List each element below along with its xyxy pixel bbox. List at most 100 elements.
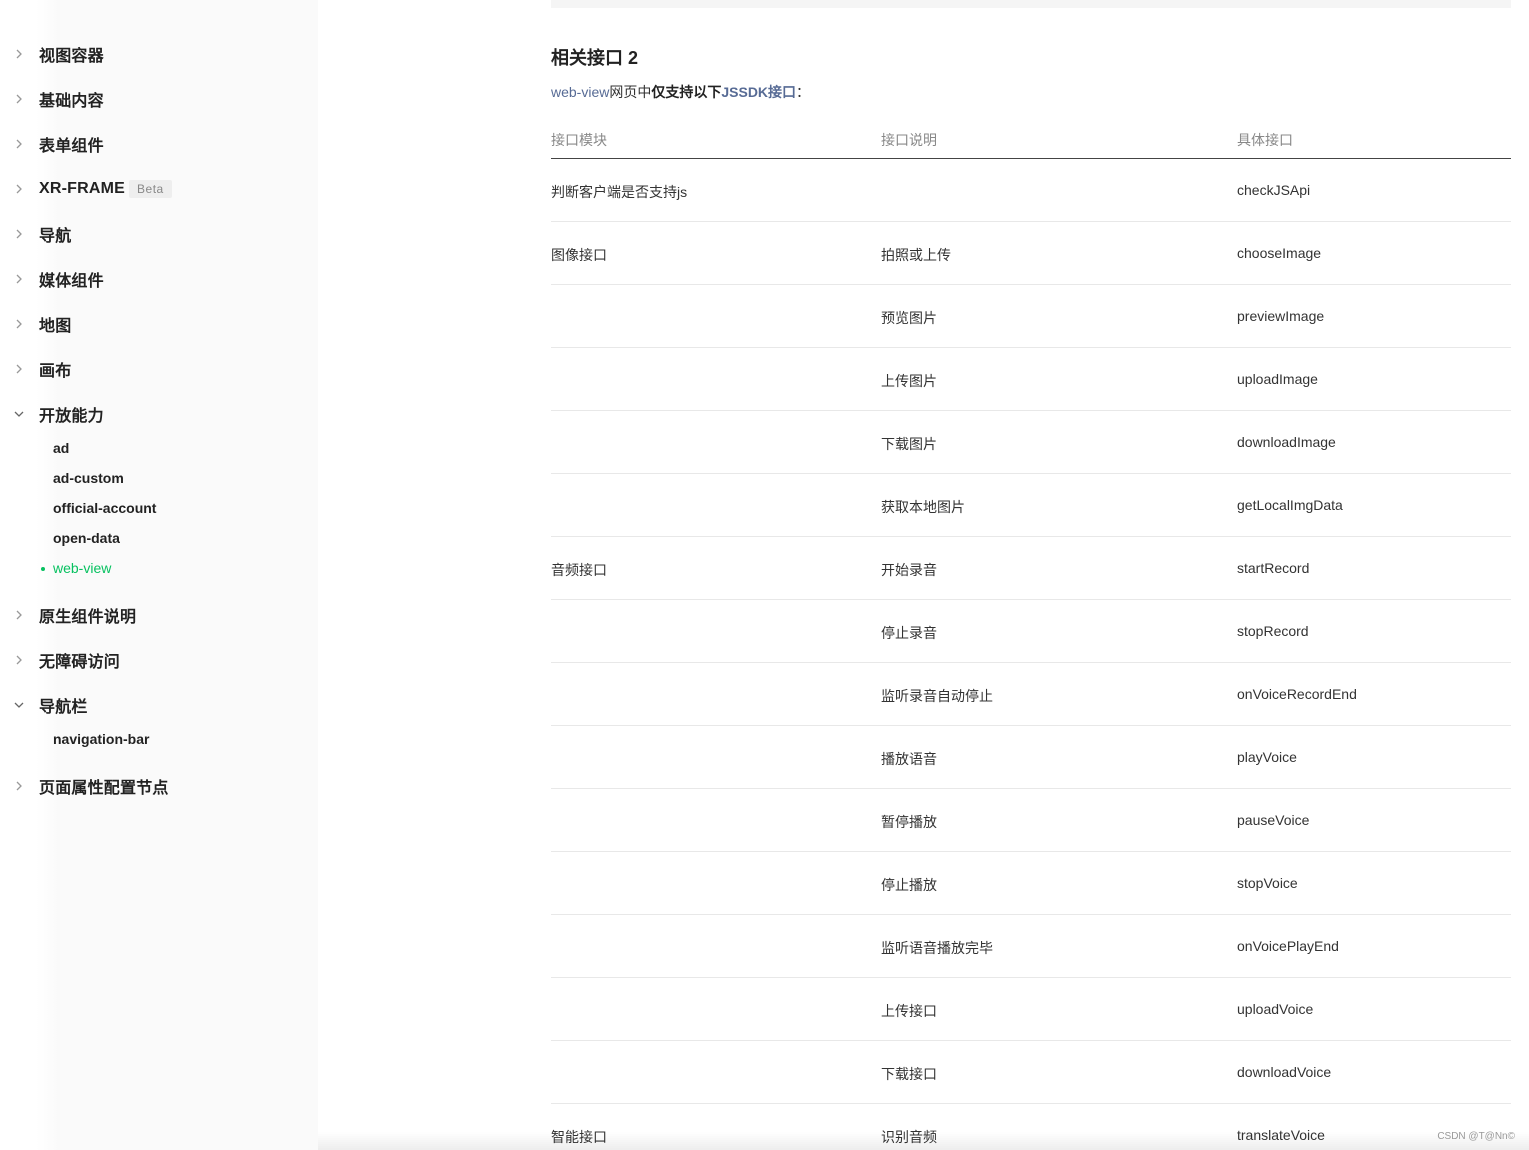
watermark: CSDN @T@Nn©	[1437, 1131, 1515, 1142]
sidebar-item-navigation[interactable]: 导航	[0, 219, 71, 249]
sidebar-subitem-official-account[interactable]: official-account	[53, 497, 156, 519]
sidebar-item-label: 画布	[39, 363, 72, 380]
cell-module: 智能接口	[551, 1129, 607, 1145]
cell-description: 暂停播放	[881, 814, 937, 830]
table-row: 播放语音 playVoice	[551, 726, 1511, 789]
table-row: 停止录音 stopRecord	[551, 600, 1511, 663]
cell-description: 监听录音自动停止	[881, 688, 993, 704]
chevron-right-icon	[12, 272, 26, 286]
sidebar-item-accessibility[interactable]: 无障碍访问	[0, 645, 120, 675]
cell-description: 预览图片	[881, 310, 937, 326]
cell-description: 停止播放	[881, 877, 937, 893]
cell-description: 拍照或上传	[881, 247, 951, 263]
sidebar-subitem-navigation-bar[interactable]: navigation-bar	[53, 728, 149, 750]
sidebar-item-label: 开放能力	[39, 408, 104, 425]
chevron-right-icon	[12, 92, 26, 106]
sidebar-item-open-ability[interactable]: 开放能力	[0, 399, 104, 429]
cell-description: 开始录音	[881, 562, 937, 578]
table-row: 图像接口 拍照或上传 chooseImage	[551, 222, 1511, 285]
cell-api: getLocalImgData	[1237, 497, 1343, 513]
cell-api: previewImage	[1237, 308, 1325, 324]
cell-api: uploadImage	[1237, 371, 1318, 387]
page: 视图容器 基础内容 表单组件 XR-FRAME Beta 导航 媒体组件 地图	[0, 0, 1529, 1150]
sidebar-item-label: 媒体组件	[39, 273, 104, 290]
cell-api: checkJSApi	[1237, 182, 1311, 198]
chevron-right-icon	[12, 317, 26, 331]
table-row: 监听录音自动停止 onVoiceRecordEnd	[551, 663, 1511, 726]
sidebar-item-form-components[interactable]: 表单组件	[0, 129, 104, 159]
table-row: 预览图片 previewImage	[551, 285, 1511, 348]
api-table: 接口模块 接口说明 具体接口 判断客户端是否支持js checkJSApi 图像接口…	[551, 118, 1511, 1150]
cell-description: 识别音频	[881, 1129, 937, 1145]
sidebar-item-label: 视图容器	[39, 48, 104, 65]
chevron-right-icon	[12, 779, 26, 793]
sidebar-item-xr-frame[interactable]: XR-FRAME Beta	[0, 174, 172, 204]
intro-colon: ：	[796, 84, 811, 100]
intro-bold-text: 仅支持以下	[651, 84, 722, 100]
chevron-down-icon	[12, 698, 26, 712]
sidebar-item-view-container[interactable]: 视图容器	[0, 39, 104, 69]
sidebar-item-map[interactable]: 地图	[0, 309, 71, 339]
sidebar-item-label: 基础内容	[39, 93, 104, 110]
web-view-link[interactable]: web-view	[551, 84, 609, 100]
table-row: 上传图片 uploadImage	[551, 348, 1511, 411]
table-row: 上传接口 uploadVoice	[551, 978, 1511, 1041]
table-row: 监听语音播放完毕 onVoicePlayEnd	[551, 915, 1511, 978]
sidebar-item-label: XR-FRAME	[39, 180, 126, 197]
sidebar-item-label: 导航栏	[39, 699, 88, 716]
chevron-right-icon	[12, 362, 26, 376]
cell-description: 监听语音播放完毕	[881, 940, 993, 956]
sidebar-item-basic-content[interactable]: 基础内容	[0, 84, 104, 114]
table-body: 判断客户端是否支持js checkJSApi 图像接口 拍照或上传 chooseImag…	[551, 159, 1511, 1150]
cell-api: downloadVoice	[1237, 1064, 1332, 1080]
cell-module: 判断客户端是否支持js	[551, 184, 688, 200]
chevron-right-icon	[12, 47, 26, 61]
cell-description: 上传图片	[881, 373, 937, 389]
cell-description: 下载图片	[881, 436, 937, 452]
beta-badge: Beta	[129, 180, 172, 198]
cell-description: 停止录音	[881, 625, 937, 641]
sidebar-item-navbar[interactable]: 导航栏	[0, 690, 88, 720]
cell-api: uploadVoice	[1237, 1001, 1314, 1017]
sidebar-subitem-open-data[interactable]: open-data	[53, 527, 120, 549]
sidebar-item-canvas[interactable]: 画布	[0, 354, 71, 384]
chevron-right-icon	[12, 137, 26, 151]
sidebar-subitem-label: web-view	[53, 560, 112, 576]
cell-description: 播放语音	[881, 751, 937, 767]
cell-module: 图像接口	[551, 247, 607, 263]
column-header-module: 接口模块	[551, 132, 607, 148]
section-heading: 相关接口 2	[551, 48, 639, 68]
cell-api: downloadImage	[1237, 434, 1336, 450]
chevron-down-icon	[12, 407, 26, 421]
cell-api: stopRecord	[1237, 623, 1309, 639]
sidebar-subitem-ad-custom[interactable]: ad-custom	[53, 467, 124, 489]
sidebar-subitem-web-view[interactable]: web-view	[41, 557, 112, 579]
cell-api: playVoice	[1237, 749, 1297, 765]
sidebar-item-media-components[interactable]: 媒体组件	[0, 264, 104, 294]
cell-api: translateVoice	[1237, 1127, 1325, 1143]
sidebar-subitem-ad[interactable]: ad	[53, 437, 69, 459]
cell-api: chooseImage	[1237, 245, 1322, 261]
active-dot-icon	[41, 567, 45, 571]
sidebar-item-label: 无障碍访问	[39, 654, 121, 671]
chevron-right-icon	[12, 653, 26, 667]
sidebar-item-label: 原生组件说明	[39, 609, 137, 626]
sidebar-item-page-meta[interactable]: 页面属性配置节点	[0, 771, 169, 801]
sidebar-item-native-components[interactable]: 原生组件说明	[0, 600, 136, 630]
code-block-bottom-edge	[551, 0, 1511, 8]
intro-text: 网页中	[609, 84, 652, 100]
jssdk-link[interactable]: JSSDK接口	[721, 84, 796, 100]
sidebar-item-label: 表单组件	[39, 138, 104, 155]
table-row: 判断客户端是否支持js checkJSApi	[551, 159, 1511, 222]
cell-api: startRecord	[1237, 560, 1310, 576]
cell-description: 下载接口	[881, 1066, 937, 1082]
column-header-description: 接口说明	[881, 132, 937, 148]
sidebar-item-label: 页面属性配置节点	[39, 780, 169, 797]
cell-description: 获取本地图片	[881, 499, 965, 515]
table-row: 停止播放 stopVoice	[551, 852, 1511, 915]
table-row: 音频接口 开始录音 startRecord	[551, 537, 1511, 600]
sidebar-item-label: 导航	[39, 228, 72, 245]
chevron-right-icon	[12, 182, 26, 196]
cell-module: 音频接口	[551, 562, 607, 578]
cell-api: onVoiceRecordEnd	[1237, 686, 1357, 702]
